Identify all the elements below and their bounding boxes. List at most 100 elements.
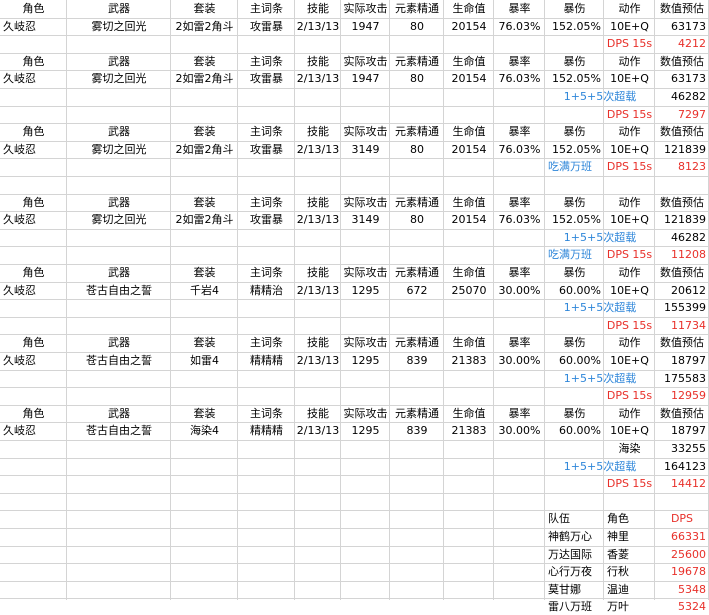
header-3[interactable]: 主词条 <box>238 194 295 211</box>
value-cell[interactable]: 2如雷2角斗 <box>171 211 238 228</box>
header-7[interactable]: 生命值 <box>444 334 494 351</box>
header-4[interactable]: 技能 <box>295 123 341 140</box>
value-cell[interactable]: 10E+Q <box>604 282 655 299</box>
value-cell[interactable]: 672 <box>390 282 444 299</box>
value-cell[interactable]: 20154 <box>444 211 494 228</box>
value-cell[interactable]: 18797 <box>655 352 709 369</box>
value-cell[interactable]: 152.05% <box>545 211 604 228</box>
header-8[interactable]: 暴率 <box>494 194 545 211</box>
value-cell[interactable]: 攻雷暴 <box>238 70 295 87</box>
value-cell[interactable]: 攻雷暴 <box>238 141 295 158</box>
extra-label[interactable]: 海染 <box>604 440 655 457</box>
value-cell[interactable]: 10E+Q <box>604 352 655 369</box>
value-cell[interactable]: 2/13/13 <box>295 141 341 158</box>
value-cell[interactable]: 60.00% <box>545 422 604 439</box>
value-cell[interactable]: 10E+Q <box>604 70 655 87</box>
header-6[interactable]: 元素精通 <box>390 123 444 140</box>
header-6[interactable]: 元素精通 <box>390 405 444 422</box>
summary-header[interactable]: 角色 <box>604 510 655 527</box>
header-10[interactable]: 动作 <box>604 334 655 351</box>
dps-value[interactable]: 12959 <box>655 387 709 404</box>
header-6[interactable]: 元素精通 <box>390 194 444 211</box>
value-cell[interactable]: 1295 <box>341 352 390 369</box>
value-cell[interactable]: 152.05% <box>545 141 604 158</box>
header-3[interactable]: 主词条 <box>238 53 295 70</box>
header-11[interactable]: 数值预估 <box>655 0 709 17</box>
value-cell[interactable]: 30.00% <box>494 282 545 299</box>
value-cell[interactable]: 2如雷2角斗 <box>171 141 238 158</box>
header-6[interactable]: 元素精通 <box>390 334 444 351</box>
value-cell[interactable]: 839 <box>390 352 444 369</box>
dps-value[interactable]: 14412 <box>655 475 709 492</box>
header-10[interactable]: 动作 <box>604 194 655 211</box>
value-cell[interactable]: 3149 <box>341 141 390 158</box>
value-cell[interactable]: 千岩4 <box>171 282 238 299</box>
value-cell[interactable]: 839 <box>390 422 444 439</box>
header-10[interactable]: 动作 <box>604 123 655 140</box>
extra-label[interactable]: 1+5+5次超载 <box>545 88 655 105</box>
header-8[interactable]: 暴率 <box>494 405 545 422</box>
summary-cell[interactable]: 心行万夜 <box>545 563 604 580</box>
header-10[interactable]: 动作 <box>604 264 655 281</box>
header-6[interactable]: 元素精通 <box>390 0 444 17</box>
value-cell[interactable]: 苍古自由之誓 <box>67 422 171 439</box>
value-cell[interactable]: 久岐忍 <box>0 282 67 299</box>
dps-value[interactable]: 11734 <box>655 317 709 334</box>
value-cell[interactable]: 久岐忍 <box>0 70 67 87</box>
header-3[interactable]: 主词条 <box>238 405 295 422</box>
summary-cell[interactable]: 66331 <box>655 528 709 545</box>
header-5[interactable]: 实际攻击 <box>341 0 390 17</box>
summary-cell[interactable]: 万叶 <box>604 598 655 615</box>
value-cell[interactable]: 雾切之回光 <box>67 18 171 35</box>
value-cell[interactable]: 10E+Q <box>604 211 655 228</box>
dps-label[interactable]: DPS 15s <box>604 317 655 334</box>
value-cell[interactable]: 精精精 <box>238 352 295 369</box>
header-2[interactable]: 套装 <box>171 264 238 281</box>
header-7[interactable]: 生命值 <box>444 123 494 140</box>
value-cell[interactable]: 76.03% <box>494 18 545 35</box>
header-0[interactable]: 角色 <box>0 0 67 17</box>
value-cell[interactable]: 攻雷暴 <box>238 211 295 228</box>
value-cell[interactable]: 60.00% <box>545 352 604 369</box>
header-9[interactable]: 暴伤 <box>545 334 604 351</box>
value-cell[interactable]: 精精治 <box>238 282 295 299</box>
value-cell[interactable]: 80 <box>390 70 444 87</box>
summary-cell[interactable]: 香菱 <box>604 546 655 563</box>
header-3[interactable]: 主词条 <box>238 264 295 281</box>
spreadsheet-grid[interactable]: 角色 武器 套装 主词条 技能 实际攻击 元素精通 生命值 暴率 暴伤 动作 数值预估 久岐忍 雾切之回光… <box>0 0 709 613</box>
header-5[interactable]: 实际攻击 <box>341 405 390 422</box>
value-cell[interactable]: 30.00% <box>494 422 545 439</box>
header-7[interactable]: 生命值 <box>444 53 494 70</box>
value-cell[interactable]: 121839 <box>655 211 709 228</box>
value-cell[interactable]: 10E+Q <box>604 422 655 439</box>
header-9[interactable]: 暴伤 <box>545 194 604 211</box>
header-7[interactable]: 生命值 <box>444 194 494 211</box>
summary-cell[interactable]: 5324 <box>655 598 709 615</box>
header-8[interactable]: 暴率 <box>494 53 545 70</box>
value-cell[interactable]: 21383 <box>444 422 494 439</box>
header-0[interactable]: 角色 <box>0 194 67 211</box>
header-10[interactable]: 动作 <box>604 405 655 422</box>
header-11[interactable]: 数值预估 <box>655 194 709 211</box>
header-1[interactable]: 武器 <box>67 334 171 351</box>
value-cell[interactable]: 2/13/13 <box>295 352 341 369</box>
extra-label[interactable]: 1+5+5次超载 <box>545 458 655 475</box>
value-cell[interactable]: 雾切之回光 <box>67 141 171 158</box>
header-2[interactable]: 套装 <box>171 334 238 351</box>
header-1[interactable]: 武器 <box>67 405 171 422</box>
value-cell[interactable]: 2/13/13 <box>295 422 341 439</box>
value-cell[interactable]: 152.05% <box>545 18 604 35</box>
header-5[interactable]: 实际攻击 <box>341 53 390 70</box>
header-4[interactable]: 技能 <box>295 194 341 211</box>
header-4[interactable]: 技能 <box>295 405 341 422</box>
header-4[interactable]: 技能 <box>295 53 341 70</box>
extra-label[interactable]: 1+5+5次超载 <box>545 229 655 246</box>
value-cell[interactable]: 20612 <box>655 282 709 299</box>
value-cell[interactable]: 2/13/13 <box>295 282 341 299</box>
value-cell[interactable]: 152.05% <box>545 70 604 87</box>
value-cell[interactable]: 久岐忍 <box>0 422 67 439</box>
value-cell[interactable]: 20154 <box>444 18 494 35</box>
header-2[interactable]: 套装 <box>171 194 238 211</box>
header-9[interactable]: 暴伤 <box>545 53 604 70</box>
header-11[interactable]: 数值预估 <box>655 123 709 140</box>
